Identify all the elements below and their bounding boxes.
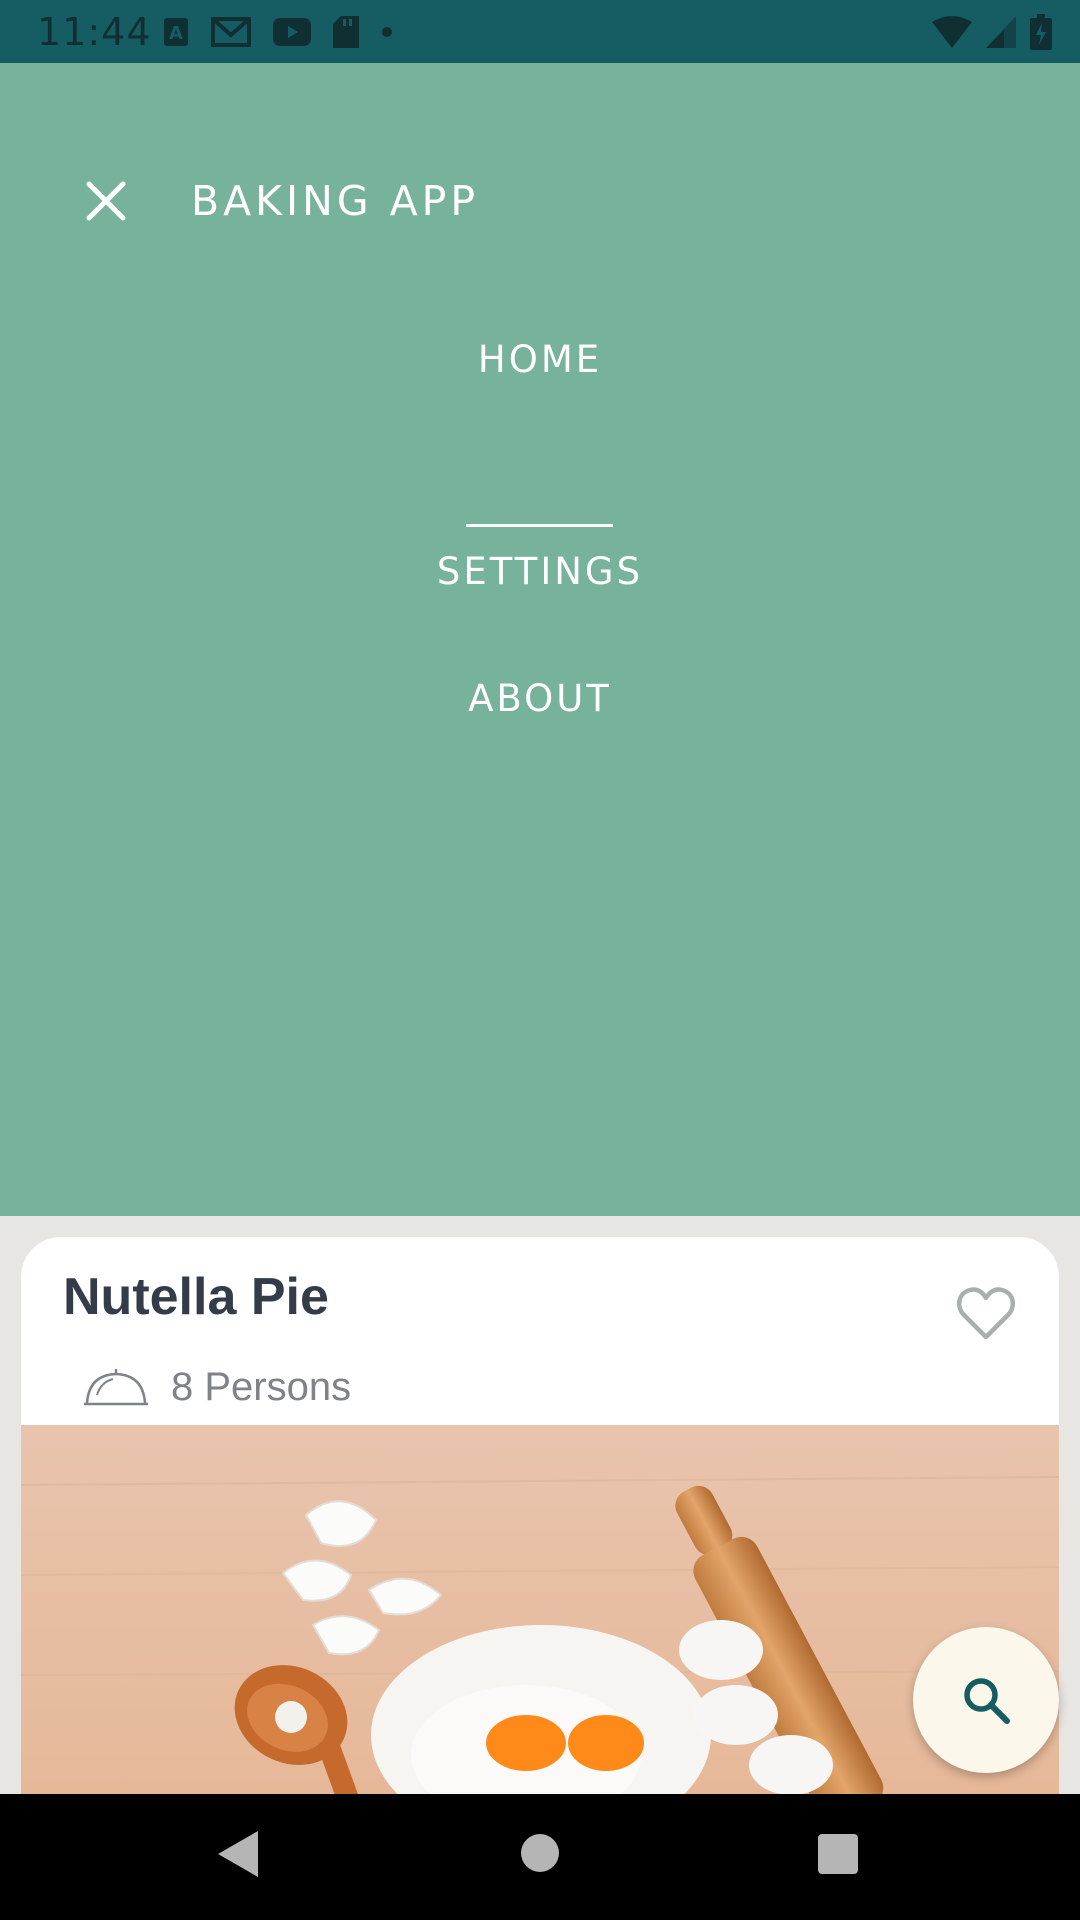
navigation-menu: BAKING APP HOME SETTINGS ABOUT [0,63,1080,1216]
menu-selected-indicator [466,524,613,527]
recipe-image [21,1425,1059,1797]
youtube-icon [273,18,311,46]
favorite-button[interactable] [956,1285,1016,1341]
sd-card-icon [333,16,359,48]
recipe-title: Nutella Pie [63,1268,329,1326]
close-icon [86,181,126,221]
close-menu-button[interactable] [78,173,134,229]
wifi-icon [932,16,972,48]
status-bar: 11:44 A [0,0,1080,63]
cloche-icon [84,1369,148,1406]
status-icons-left: A [163,14,393,50]
recents-icon[interactable] [818,1834,858,1874]
dot-icon [382,27,392,37]
signal-icon [986,16,1016,48]
status-time: 11:44 [37,10,152,54]
search-button[interactable] [913,1627,1059,1773]
servings-text: 8 Persons [171,1364,352,1409]
heart-outline-icon [956,1287,1016,1340]
app-title: BAKING APP [191,177,480,225]
menu-item-home[interactable]: HOME [0,338,1080,381]
gmail-icon [211,17,251,47]
search-icon [964,1678,1010,1724]
font-a-icon: A [164,18,188,46]
menu-item-settings[interactable]: SETTINGS [0,550,1080,593]
back-icon[interactable] [218,1831,258,1877]
servings-row: 8 Persons [83,1357,351,1417]
menu-item-about[interactable]: ABOUT [0,677,1080,720]
status-icons-right [932,14,1052,50]
recipe-card[interactable]: Nutella Pie 8 Persons [21,1237,1059,1797]
home-icon[interactable] [521,1834,559,1872]
battery-charging-icon [1030,14,1052,50]
svg-text:A: A [169,23,183,44]
navigation-bar [0,1794,1080,1920]
